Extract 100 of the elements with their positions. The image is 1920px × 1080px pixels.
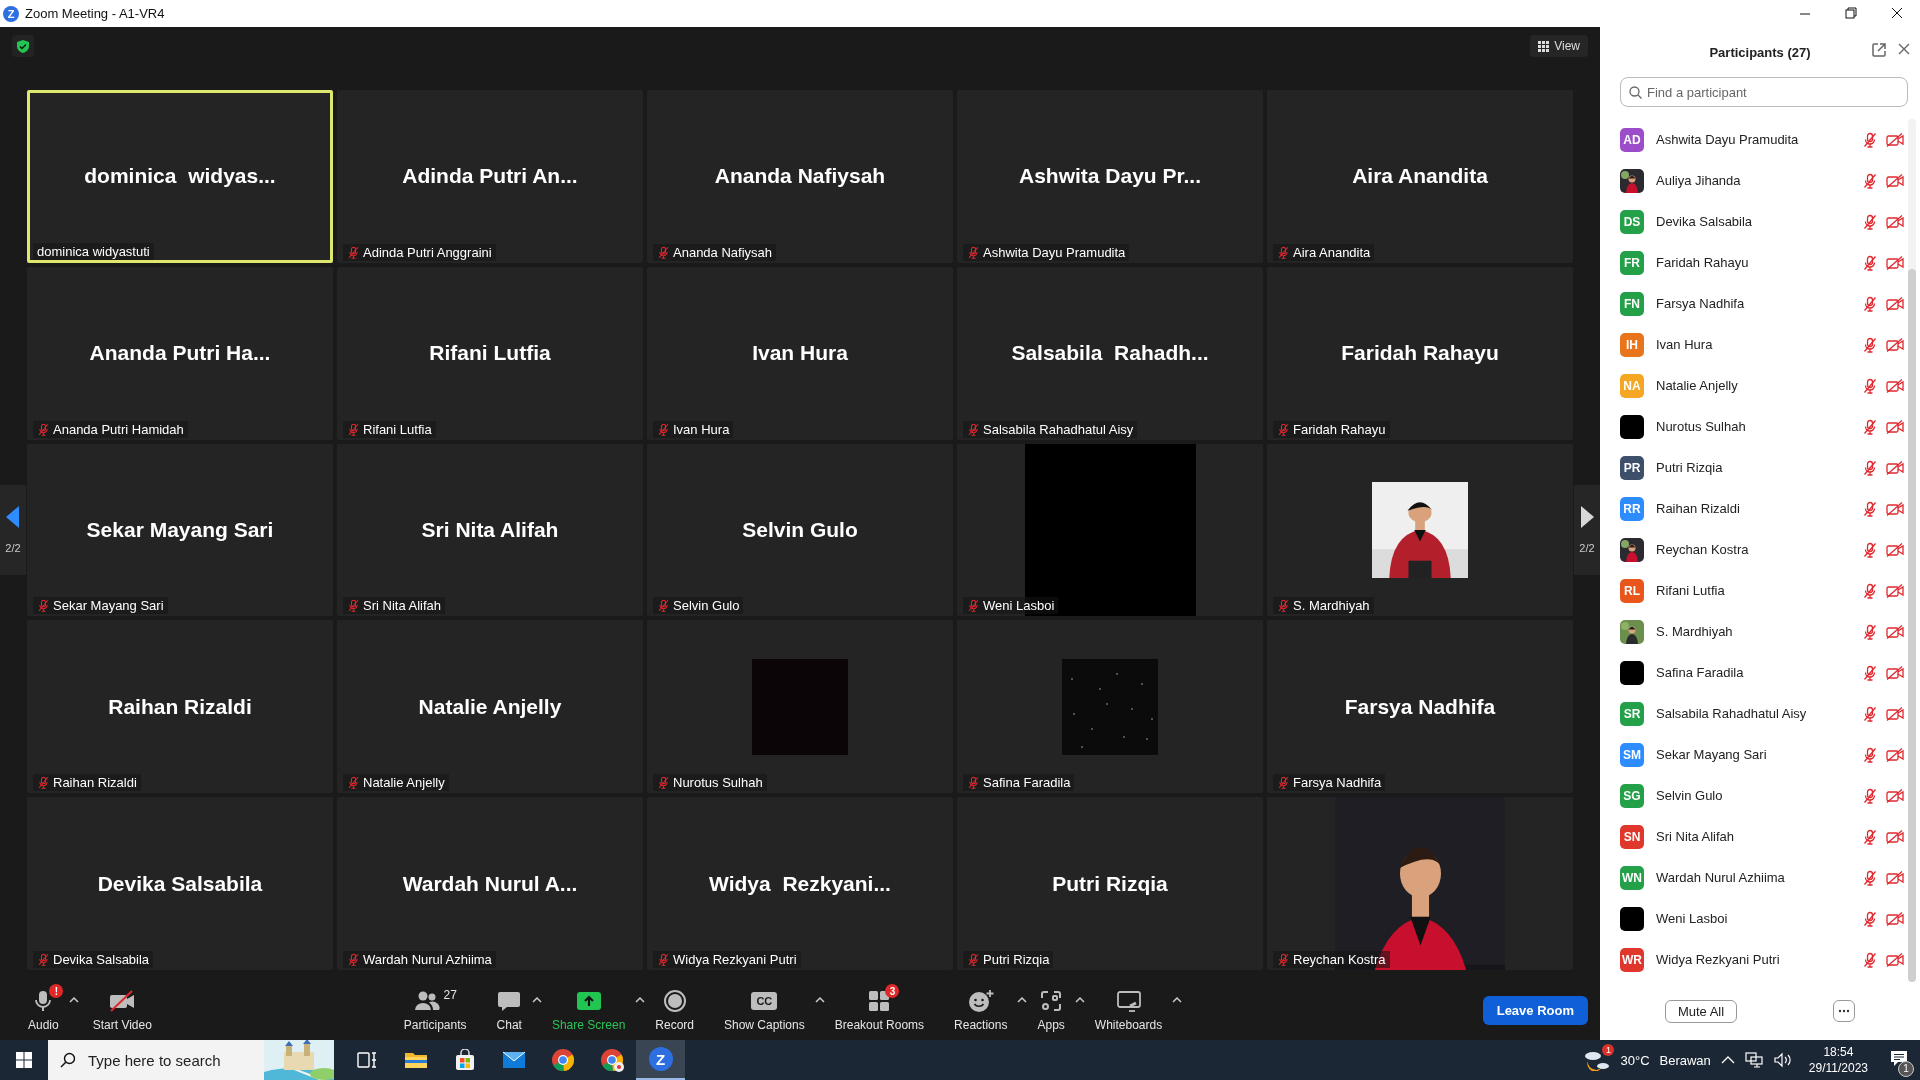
reactions-button[interactable]: Reactions [948,988,1014,1032]
windows-logo-icon[interactable] [16,1052,32,1068]
participant-name: Selvin Gulo [1656,788,1724,803]
participant-name: Auliya Jihanda [1656,173,1742,188]
participant-name: Aira Anandita [1293,244,1371,260]
participant-name: Farsya Nadhifa [1656,296,1746,311]
participant-display-name: Natalie Anjelly [418,694,562,719]
leave-room-button[interactable]: Leave Room [1482,995,1588,1025]
mail-icon[interactable] [501,1051,526,1069]
avatar: WR [1620,947,1644,972]
avatar [1620,660,1644,685]
participant-name: Weni Lasboi [1656,911,1729,926]
previous-page-button[interactable]: 2/2 [0,485,26,575]
avatar: SN [1620,824,1644,849]
participant-name: Ivan Hura [673,421,730,437]
clock-date: 29/11/2023 [1808,1060,1868,1076]
participant-name: Sri Nita Alifah [1656,829,1736,844]
participant-name: Ashwita Dayu Pramudita [983,244,1126,260]
participant-name: Salsabila Rahadhatul Aisy [1656,706,1808,721]
participant-display-name: Ananda Nafiysah [714,164,886,189]
search-field[interactable]: Find a participant [1620,77,1908,107]
participant-name: Ivan Hura [1656,337,1714,352]
chat-button[interactable]: Chat [490,988,528,1032]
mute-all-button[interactable]: Mute All [1664,999,1738,1023]
participant-name: Safina Faradila [983,775,1071,791]
chat-icon [497,990,522,1012]
participant-display-name: Selvin Gulo [742,518,858,542]
app-logo[interactable]: Z [648,1047,673,1071]
search-icon [1629,86,1642,99]
participant-name: S. Mardhiyah [1656,624,1734,639]
caret-icon[interactable] [1074,996,1085,1003]
video-off-icon [108,990,137,1012]
participant-display-name: Ivan Hura [752,341,848,366]
browser-icon[interactable] [599,1048,624,1072]
participant-name: Sekar Mayang Sari [53,598,164,614]
participants-button[interactable]: 27 Participants [397,988,473,1032]
caret-icon[interactable] [531,996,542,1003]
notification-badge: 1 [1602,1043,1615,1056]
caret-icon[interactable] [1017,996,1028,1003]
panel-title: Participants (27) [1709,44,1811,60]
participant-name: Wardah Nurul Azhiima [363,952,492,967]
participant-name: Nurotus Sulhah [1656,419,1747,434]
security-shield-icon[interactable] [12,35,34,57]
participant-name: Wardah Nurul Azhiima [1656,870,1786,885]
avatar: WN [1620,865,1644,890]
participant-name: dominica widyastuti [37,243,150,259]
caret-icon[interactable] [635,996,646,1003]
folder-icon[interactable] [403,1050,428,1070]
participant-name: Reychan Kostra [1656,542,1750,557]
avatar: SM [1620,742,1644,767]
grid-icon [867,989,892,1013]
participant-display-name: Devika Salsabila [97,871,263,896]
view-button[interactable]: View [1530,35,1588,57]
participant-name: Devika Salsabila [53,952,150,967]
avatar: FR [1620,250,1644,275]
close-icon[interactable] [1898,43,1910,55]
avatar [1620,906,1644,931]
participant-name: Salsabila Rahadhatul Aisy [983,421,1134,437]
participant-display-name: Adinda Putri An... [402,164,578,189]
participant-display-name: Ashwita Dayu Pr... [1018,164,1202,189]
video-button[interactable]: Start Video [86,988,158,1032]
people-icon [413,990,440,1012]
share-button[interactable]: Share Screen [545,988,632,1032]
participant-name: Putri Rizqia [1656,460,1724,475]
app-logo: Z [3,5,19,22]
avatar: SR [1620,701,1644,726]
pop-out-icon[interactable] [1872,43,1886,57]
avatar: NA [1620,373,1644,398]
participant-name: Rifani Lutfia [363,421,432,437]
participant-name: Adinda Putri Anggraini [363,244,492,260]
task-view-icon[interactable] [355,1050,378,1070]
record-button[interactable]: Record [649,988,700,1032]
right-arrow-icon [1580,506,1594,528]
participant-display-name: Faridah Rahayu [1341,341,1499,366]
participant-display-name: Salsabila Rahadh... [1011,341,1209,366]
participant-name: Faridah Rahayu [1656,255,1750,270]
participant-name: Raihan Rizaldi [53,775,137,791]
participant-name: Reychan Kostra [1293,952,1386,967]
temperature: 30°C [1620,1052,1650,1068]
captions-button[interactable]: CC Show Captions [718,988,811,1032]
caret-icon[interactable] [68,996,79,1003]
participant-name: Devika Salsabila [1656,214,1754,229]
participant-name: Selvin Gulo [673,598,740,614]
avatar: RR [1620,496,1644,521]
scrollbar[interactable] [1908,119,1916,982]
participant-name: Sekar Mayang Sari [1656,747,1768,762]
shopping-bag-icon[interactable] [453,1049,476,1071]
caret-icon[interactable] [1172,996,1183,1003]
apps-button[interactable]: Apps [1031,988,1071,1032]
participant-name: Nurotus Sulhah [673,775,763,791]
more-button[interactable] [1833,1000,1856,1022]
participant-name: Natalie Anjelly [1656,378,1739,393]
search-field[interactable]: Type here to search [48,1040,264,1080]
volume-icon[interactable] [1772,1052,1793,1068]
grid-icon [1538,40,1550,52]
browser-icon[interactable] [550,1048,575,1072]
whiteboards-button[interactable]: Whiteboards [1088,988,1169,1032]
caret-icon[interactable] [814,996,825,1003]
next-page-button[interactable]: 2/2 [1574,485,1600,575]
network-icon[interactable] [1744,1052,1763,1068]
